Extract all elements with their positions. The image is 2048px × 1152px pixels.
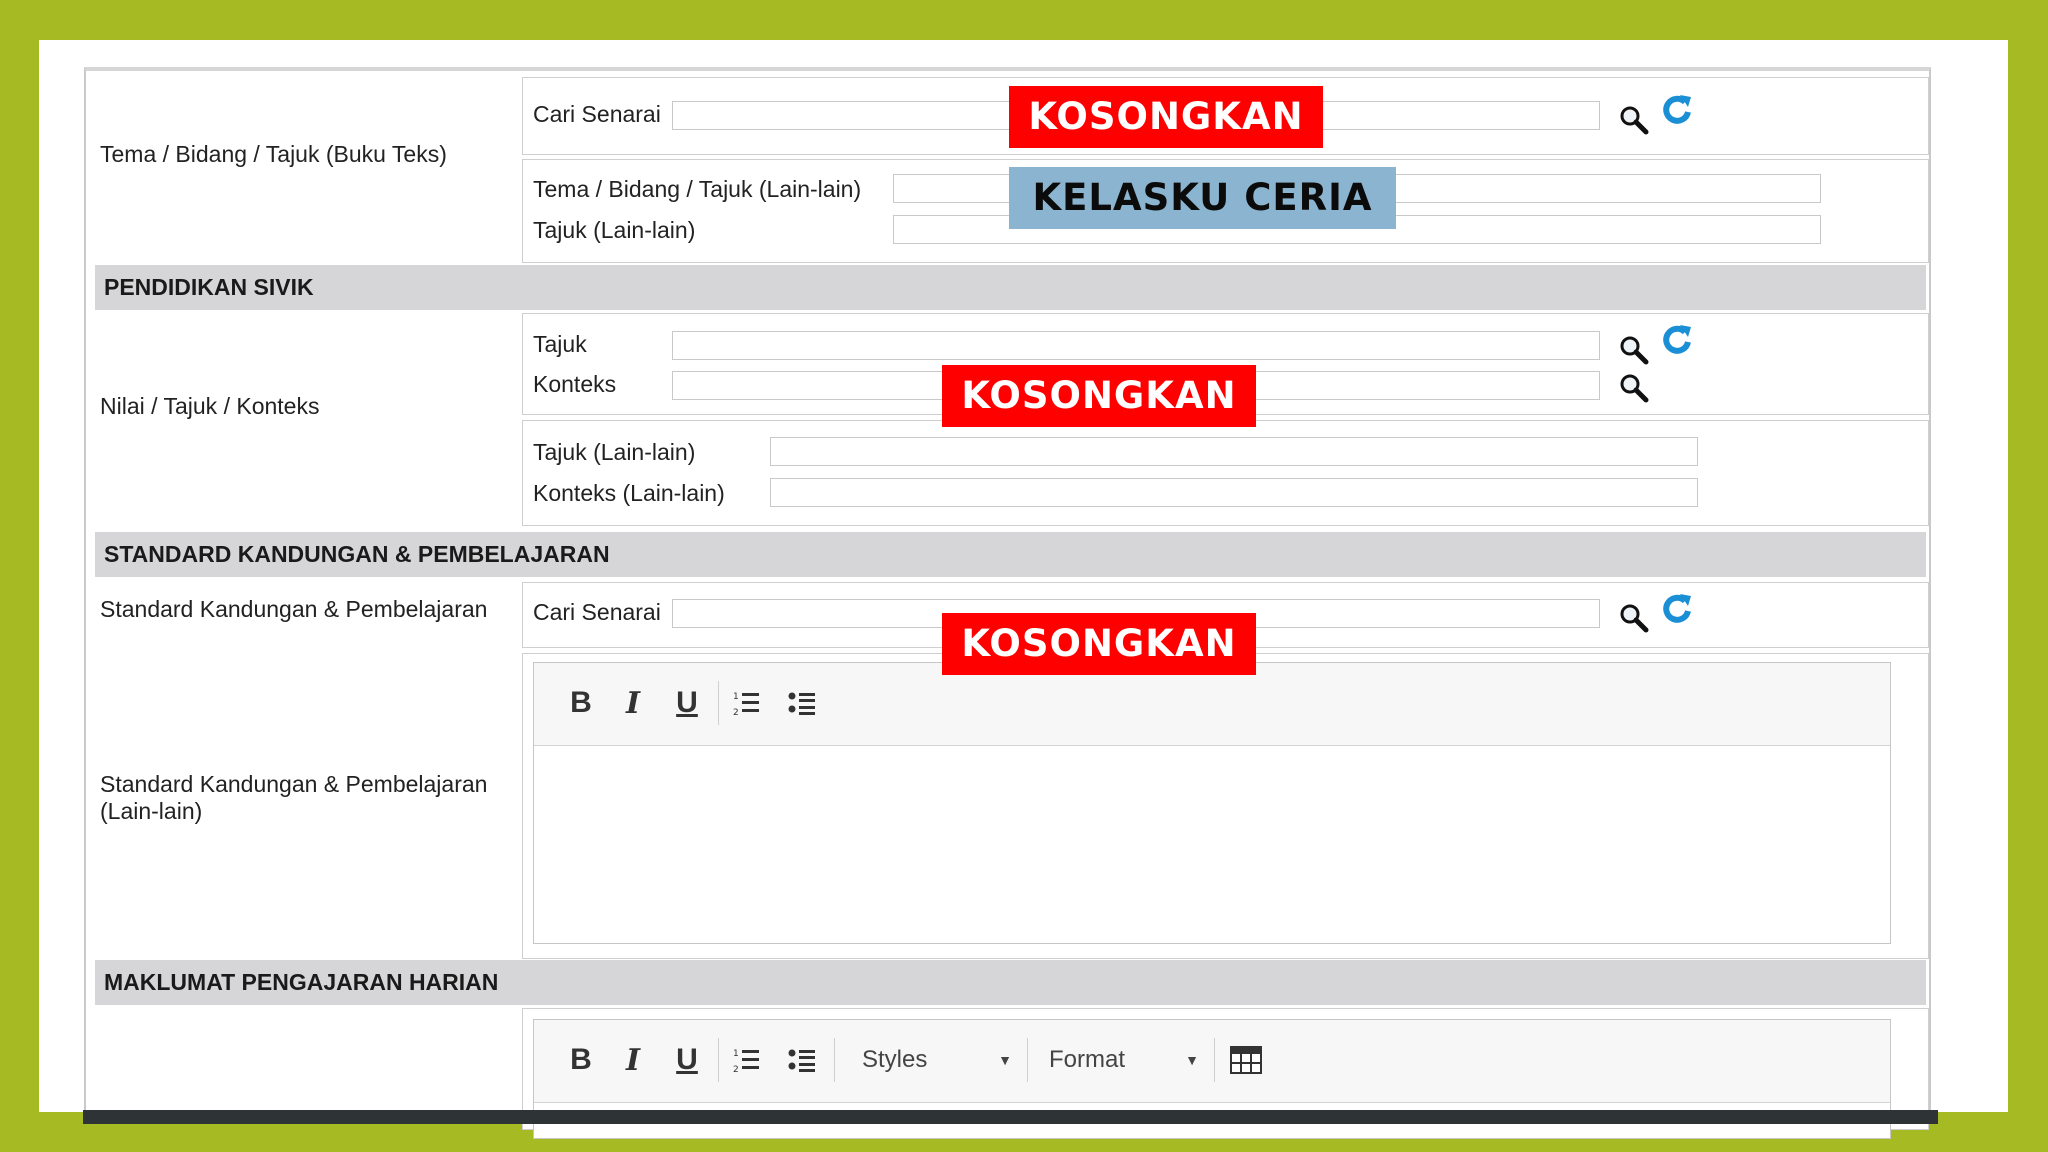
styles-label: Styles (862, 1046, 928, 1073)
tajuk-lain-label: Tajuk (Lain-lain) (533, 217, 696, 243)
svg-text:1: 1 (733, 692, 739, 702)
toolbar-separator (718, 1038, 719, 1082)
kelasku-ceria-overlay: KELASKU CERIA (1009, 167, 1396, 229)
tema-lain-label: Tema / Bidang / Tajuk (Lain-lain) (533, 176, 862, 202)
format-dropdown[interactable]: Format ▼ (1049, 1040, 1199, 1080)
slide-sheet: Tema / Bidang / Tajuk (Buku Teks) Cari S… (39, 40, 2008, 1139)
kosongkan-overlay: KOSONGKAN (1009, 86, 1323, 148)
italic-button[interactable]: I (618, 1040, 648, 1080)
bullet-list-icon[interactable] (788, 1046, 816, 1074)
table-icon[interactable] (1230, 1045, 1262, 1075)
search-icon[interactable] (1618, 372, 1650, 404)
tajuk-input[interactable] (672, 331, 1600, 360)
nilai-tajuk-konteks-label: Nilai / Tajuk / Konteks (100, 393, 320, 419)
kosongkan-overlay: KOSONGKAN (942, 613, 1256, 675)
caret-down-icon: ▼ (1185, 1052, 1199, 1068)
underline-button[interactable]: U (672, 683, 702, 723)
underline-button[interactable]: U (672, 1040, 702, 1080)
section-pendidikan-sivik: PENDIDIKAN SIVIK (95, 265, 1926, 310)
svg-text:1: 1 (733, 1049, 739, 1059)
toolbar-separator (834, 1038, 835, 1082)
caret-down-icon: ▼ (998, 1052, 1012, 1068)
numbered-list-icon[interactable]: 1 2 (732, 1046, 760, 1074)
refresh-icon[interactable] (1661, 323, 1693, 355)
tajuk-lain-label: Tajuk (Lain-lain) (533, 439, 696, 465)
standard-lain-label: Standard Kandungan & Pembelajaran (Lain-… (100, 771, 488, 824)
styles-dropdown[interactable]: Styles ▼ (862, 1040, 1012, 1080)
tajuk-konteks-other-box: Tajuk (Lain-lain) Konteks (Lain-lain) (522, 420, 1929, 526)
konteks-label: Konteks (533, 371, 617, 397)
konteks-lain-input[interactable] (770, 478, 1698, 507)
bullet-list-icon[interactable] (788, 689, 816, 717)
editor-toolbar: B I U 1 2 (534, 663, 1890, 746)
standard-kandungan-label: Standard Kandungan & Pembelajaran (100, 596, 488, 622)
standard-editor-box: B I U 1 2 (522, 653, 1929, 959)
refresh-icon[interactable] (1661, 592, 1693, 624)
search-icon[interactable] (1618, 104, 1650, 136)
toolbar-separator (718, 681, 719, 725)
rich-text-editor[interactable]: B I U 1 2 (533, 662, 1891, 944)
numbered-list-icon[interactable]: 1 2 (732, 689, 760, 717)
format-label: Format (1049, 1046, 1126, 1073)
cari-senarai-label: Cari Senarai (533, 101, 661, 127)
svg-text:2: 2 (733, 1065, 739, 1074)
tajuk-label: Tajuk (533, 331, 587, 357)
kosongkan-overlay: KOSONGKAN (942, 365, 1256, 427)
tema-bidang-tajuk-label: Tema / Bidang / Tajuk (Buku Teks) (100, 141, 447, 167)
form-frame: Tema / Bidang / Tajuk (Buku Teks) Cari S… (84, 67, 1931, 1139)
toolbar-separator (1027, 1038, 1028, 1082)
toolbar-separator (1214, 1038, 1215, 1082)
section-standard-kandungan: STANDARD KANDUNGAN & PEMBELAJARAN (95, 532, 1926, 577)
italic-button[interactable]: I (618, 683, 648, 723)
search-icon[interactable] (1618, 334, 1650, 366)
cari-senarai-label: Cari Senarai (533, 599, 661, 625)
refresh-icon[interactable] (1661, 93, 1693, 125)
svg-text:2: 2 (733, 708, 739, 717)
taskbar-strip (83, 1110, 1938, 1124)
section-maklumat-pengajaran: MAKLUMAT PENGAJARAN HARIAN (95, 960, 1926, 1005)
bold-button[interactable]: B (566, 683, 596, 723)
editor-toolbar: B I U 1 2 (534, 1020, 1890, 1103)
konteks-lain-label: Konteks (Lain-lain) (533, 480, 725, 506)
search-icon[interactable] (1618, 602, 1650, 634)
bold-button[interactable]: B (566, 1040, 596, 1080)
tajuk-lain-input[interactable] (770, 437, 1698, 466)
